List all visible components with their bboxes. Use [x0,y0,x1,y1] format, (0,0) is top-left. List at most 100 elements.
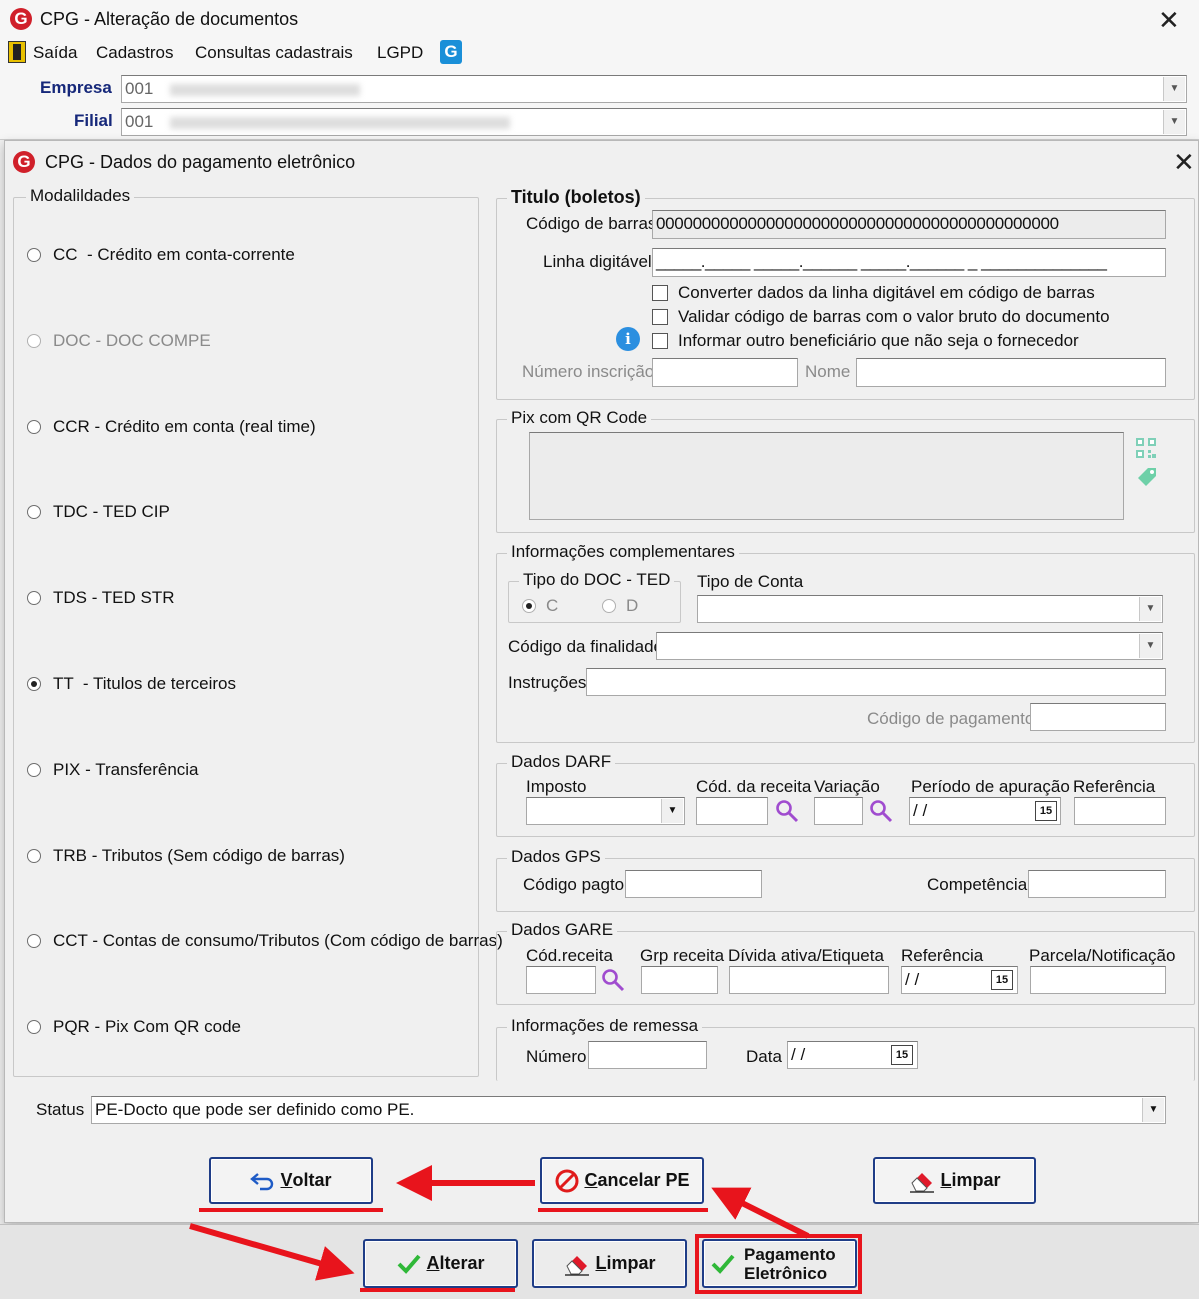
radio-dot[interactable] [27,677,41,691]
exit-door-icon[interactable] [8,41,26,63]
menu-saida[interactable]: Saída [33,43,77,63]
filial-combo[interactable]: 001 ▼ [121,108,1187,136]
darf-referencia-input[interactable] [1074,797,1166,825]
radio-dot[interactable] [602,599,616,613]
radio-dot[interactable] [27,334,41,348]
radio-dot[interactable] [27,763,41,777]
calendar-icon[interactable]: 15 [1035,801,1057,821]
highlight-box [695,1234,862,1294]
remessa-numero-input[interactable] [588,1041,707,1069]
main-window: G CPG - Alteração de documentos ✕ Saída … [0,0,1199,140]
nome-label: Nome [805,362,851,381]
chevron-down-icon[interactable]: ▼ [1163,77,1185,101]
validar-checkbox[interactable]: Validar código de barras com o valor bru… [652,307,1110,327]
pix-qr-textarea[interactable] [529,432,1124,520]
remessa-legend: Informações de remessa [507,1016,703,1036]
cpg-logo-icon: G [13,151,35,173]
modalidade-label: TDS - TED STR [53,588,175,607]
search-icon[interactable] [869,799,893,823]
tipo-doc-d-radio[interactable]: D [602,596,638,616]
gare-cod-receita-label: Cód.receita [526,946,613,965]
tag-icon[interactable] [1135,465,1159,489]
modalidade-radio[interactable]: CC - Crédito em conta-corrente [27,245,295,265]
alterar-button[interactable]: Alterar [363,1239,518,1288]
calendar-icon[interactable]: 15 [991,970,1013,990]
chevron-down-icon[interactable]: ▼ [1142,1098,1164,1122]
validar-label: Validar código de barras com o valor bru… [678,307,1110,326]
darf-cod-receita-label: Cód. da receita [696,777,812,796]
dialog-title: CPG - Dados do pagamento eletrônico [45,151,356,172]
radio-dot[interactable] [522,599,536,613]
modalidade-label: TRB - Tributos (Sem código de barras) [53,846,345,865]
codigo-pagto-label: Código pagto [523,875,625,894]
radio-dot[interactable] [27,591,41,605]
empresa-combo[interactable]: 001 ▼ [121,75,1187,103]
parcela-input[interactable] [1030,966,1166,994]
modalidade-radio[interactable]: CCR - Crédito em conta (real time) [27,417,316,437]
qr-code-icon[interactable] [1135,437,1157,459]
search-icon[interactable] [775,799,799,823]
radio-dot[interactable] [27,1020,41,1034]
voltar-button[interactable]: Voltar [209,1157,373,1204]
gare-cod-receita-input[interactable] [526,966,596,994]
modalidade-label: CCT - Contas de consumo/Tributos (Com có… [53,931,503,950]
cancelar-pe-button[interactable]: Cancelar PE [540,1157,704,1204]
modalidade-radio[interactable]: DOC - DOC COMPE [27,331,211,351]
modalidade-radio[interactable]: TDS - TED STR [27,588,175,608]
grp-receita-input[interactable] [641,966,718,994]
divida-input[interactable] [729,966,889,994]
chevron-down-icon[interactable]: ▼ [1139,597,1161,621]
checkbox-box[interactable] [652,285,668,301]
g-app-icon[interactable]: G [440,40,462,64]
tipo-doc-c-radio[interactable]: C [522,596,558,616]
grp-receita-label: Grp receita [640,946,725,965]
converter-checkbox[interactable]: Converter dados da linha digitável em có… [652,283,1095,303]
modalidade-radio[interactable]: PIX - Transferência [27,760,199,780]
radio-dot[interactable] [27,934,41,948]
modalidade-radio[interactable]: CCT - Contas de consumo/Tributos (Com có… [27,931,503,951]
menu-consultas-cadastrais[interactable]: Consultas cadastrais [195,43,353,63]
linha-digitavel-input[interactable]: _____._____ _____.______ _____.______ _ … [652,248,1166,277]
chevron-down-icon[interactable]: ▼ [1139,634,1161,658]
codigo-finalidade-combo[interactable]: ▼ [656,632,1163,660]
tipo-conta-combo[interactable]: ▼ [697,595,1163,623]
bottom-limpar-button[interactable]: Limpar [532,1239,687,1288]
chevron-down-icon[interactable]: ▼ [661,799,683,823]
menu-lgpd[interactable]: LGPD [377,43,423,63]
modalidade-radio[interactable]: PQR - Pix Com QR code [27,1017,241,1037]
variacao-input[interactable] [814,797,863,825]
info-icon[interactable]: i [616,327,640,351]
numero-inscricao-input[interactable] [652,358,798,387]
chevron-down-icon[interactable]: ▼ [1163,110,1185,134]
modalidade-radio[interactable]: TDC - TED CIP [27,502,170,522]
main-window-title: CPG - Alteração de documentos [40,8,299,29]
checkbox-box[interactable] [652,333,668,349]
search-icon[interactable] [601,968,625,992]
radio-dot[interactable] [27,420,41,434]
radio-dot[interactable] [27,505,41,519]
radio-dot[interactable] [27,849,41,863]
instrucoes-input[interactable] [586,668,1166,696]
main-close-icon[interactable]: ✕ [1158,7,1180,33]
status-value: PE-Docto que pode ser definido como PE. [95,1100,415,1119]
checkbox-box[interactable] [652,309,668,325]
calendar-icon[interactable]: 15 [891,1045,913,1065]
codigo-pagto-input[interactable] [625,870,762,898]
darf-cod-receita-input[interactable] [696,797,768,825]
back-arrow-icon [250,1172,274,1190]
menu-cadastros[interactable]: Cadastros [96,43,173,63]
competencia-label: Competência [927,875,1028,894]
codigo-pagamento-input[interactable] [1030,703,1166,731]
informar-checkbox[interactable]: Informar outro beneficiário que não seja… [652,331,1079,351]
modalidade-radio[interactable]: TRB - Tributos (Sem código de barras) [27,846,345,866]
competencia-input[interactable] [1028,870,1166,898]
modalidade-radio[interactable]: TT - Titulos de terceiros [27,674,236,694]
radio-dot[interactable] [27,248,41,262]
status-combo[interactable]: PE-Docto que pode ser definido como PE. … [91,1096,1166,1124]
cancel-icon [555,1169,579,1192]
dialog-close-icon[interactable]: ✕ [1173,149,1195,175]
codigo-barras-input[interactable]: 0000000000000000000000000000000000000000… [652,210,1166,239]
nome-input[interactable] [856,358,1166,387]
limpar-button[interactable]: Limpar [873,1157,1036,1204]
imposto-combo[interactable]: ▼ [526,797,685,825]
